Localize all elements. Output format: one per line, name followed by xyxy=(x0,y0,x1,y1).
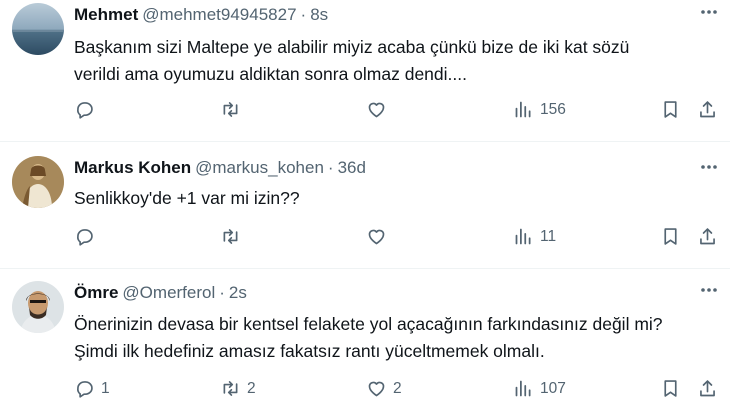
reply-icon xyxy=(74,99,95,120)
bookmark-button[interactable] xyxy=(660,226,681,247)
action-bar: 1 2 2 107 xyxy=(0,378,730,404)
tweet-2[interactable]: Markus Kohen @markus_kohen · 36d Senlikk… xyxy=(0,150,730,270)
separator-dot: · xyxy=(300,5,307,24)
author-name[interactable]: Ömre xyxy=(74,283,118,303)
tweet-text: Başkanım sizi Maltepe ye alabilir miyiz … xyxy=(74,34,629,88)
bookmark-icon xyxy=(660,99,681,120)
reply-icon xyxy=(74,226,95,247)
views-icon xyxy=(513,378,534,399)
share-icon xyxy=(697,226,718,247)
views-button[interactable]: 107 xyxy=(513,378,566,399)
tweet-text-line: Önerinizin devasa bir kentsel felakete y… xyxy=(74,314,663,334)
views-button[interactable]: 156 xyxy=(513,99,566,120)
tweet-text-line: verildi ama oyumuzu aldiktan sonra olmaz… xyxy=(74,64,467,84)
timestamp[interactable]: 2s xyxy=(229,283,247,303)
like-button[interactable] xyxy=(366,226,393,247)
heart-icon xyxy=(366,99,387,120)
author-name[interactable]: Markus Kohen xyxy=(74,158,191,178)
author-handle[interactable]: @mehmet94945827 xyxy=(142,5,296,25)
views-count: 107 xyxy=(540,379,566,397)
timestamp[interactable]: 36d xyxy=(338,158,366,178)
share-icon xyxy=(697,99,718,120)
repost-icon xyxy=(220,378,241,399)
bookmark-icon xyxy=(660,378,681,399)
repost-count: 2 xyxy=(247,379,256,397)
divider xyxy=(0,268,730,269)
tweet-text-line: Senlikkoy'de +1 var mi izin?? xyxy=(74,188,300,208)
tweet-text: Senlikkoy'de +1 var mi izin?? xyxy=(74,185,300,212)
more-icon[interactable] xyxy=(700,281,718,299)
tweet-3[interactable]: Ömre @Omerferol · 2s Önerinizin devasa b… xyxy=(0,278,730,420)
views-icon xyxy=(513,99,534,120)
action-bar: 156 xyxy=(0,99,730,125)
views-count: 11 xyxy=(540,227,557,245)
action-bar: 11 xyxy=(0,226,730,252)
avatar-omre[interactable] xyxy=(12,281,64,333)
separator-dot: · xyxy=(327,158,334,177)
share-icon xyxy=(697,378,718,399)
heart-icon xyxy=(366,226,387,247)
timestamp[interactable]: 8s xyxy=(310,5,328,25)
share-button[interactable] xyxy=(697,226,718,247)
repost-button[interactable] xyxy=(220,99,247,120)
separator-dot: · xyxy=(219,283,225,302)
share-button[interactable] xyxy=(697,99,718,120)
tweet-1[interactable]: Mehmet @mehmet94945827 · 8s Başkanım siz… xyxy=(0,0,730,140)
bookmark-button[interactable] xyxy=(660,99,681,120)
views-count: 156 xyxy=(540,100,566,118)
views-icon xyxy=(513,226,534,247)
like-button[interactable]: 2 xyxy=(366,378,402,399)
views-button[interactable]: 11 xyxy=(513,226,556,247)
more-icon[interactable] xyxy=(700,158,718,176)
repost-button[interactable] xyxy=(220,226,247,247)
bookmark-button[interactable] xyxy=(660,378,681,399)
repost-button[interactable]: 2 xyxy=(220,378,256,399)
author-handle[interactable]: @Omerferol xyxy=(122,283,215,303)
tweet-text-line: Şimdi ilk hedefiniz amasız fakatsız rant… xyxy=(74,341,545,361)
author-handle[interactable]: @markus_kohen xyxy=(195,158,324,178)
avatar-markus[interactable] xyxy=(12,156,64,208)
reply-count: 1 xyxy=(101,379,110,397)
tweet-text: Önerinizin devasa bir kentsel felakete y… xyxy=(74,311,663,365)
more-icon[interactable] xyxy=(700,3,718,21)
reply-button[interactable] xyxy=(74,99,101,120)
divider xyxy=(0,141,730,142)
reply-icon xyxy=(74,378,95,399)
heart-icon xyxy=(366,378,387,399)
share-button[interactable] xyxy=(697,378,718,399)
avatar-mehmet[interactable] xyxy=(12,3,64,55)
bookmark-icon xyxy=(660,226,681,247)
like-button[interactable] xyxy=(366,99,393,120)
tweet-text-line: Başkanım sizi Maltepe ye alabilir miyiz … xyxy=(74,37,630,57)
author-name[interactable]: Mehmet xyxy=(74,5,138,25)
reply-button[interactable] xyxy=(74,226,101,247)
like-count: 2 xyxy=(393,379,402,397)
repost-icon xyxy=(220,226,241,247)
reply-button[interactable]: 1 xyxy=(74,378,110,399)
repost-icon xyxy=(220,99,241,120)
